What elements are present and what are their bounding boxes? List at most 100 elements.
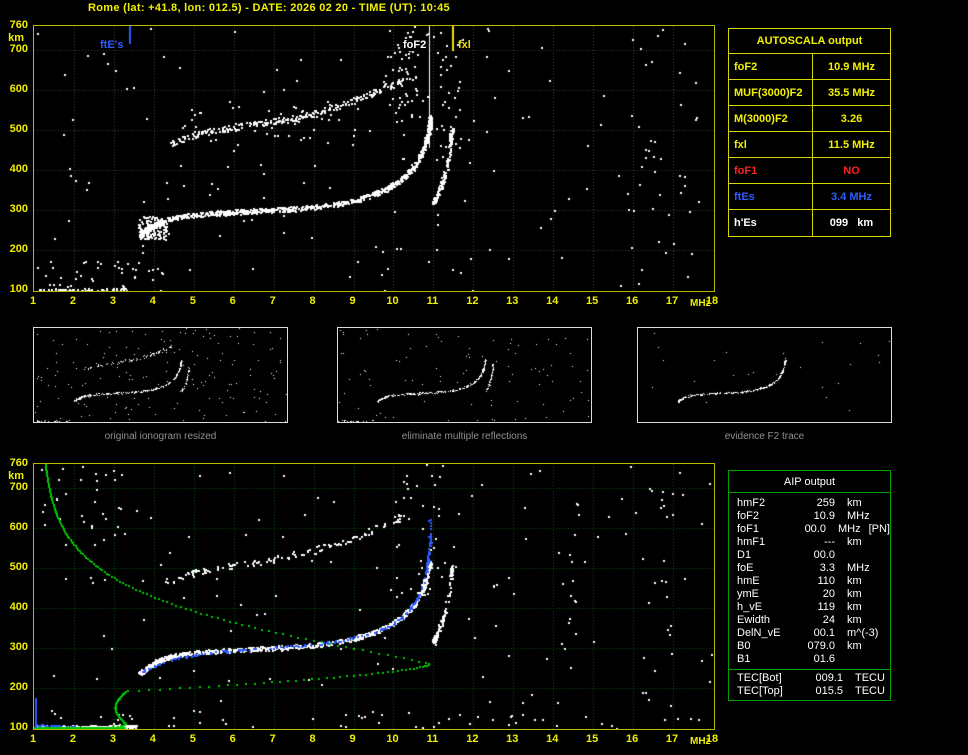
table-row: hmF2 259 km	[737, 497, 890, 510]
hve-unit: km	[847, 601, 862, 613]
y-tick-label: 600	[9, 521, 28, 533]
x-tick-label: 4	[149, 733, 156, 745]
fxl-value: 11.5 MHz	[828, 139, 875, 151]
tec-top-unit: TECU	[855, 685, 885, 697]
y-tick-label: 760	[9, 19, 28, 31]
tec-top-label: TEC[Top]	[737, 685, 783, 697]
y-tick-label: 400	[9, 601, 28, 613]
hes-label: h'Es	[729, 210, 813, 236]
y-tick-label: 100	[9, 721, 28, 733]
y-tick-label: 600	[9, 83, 28, 95]
autoscala-screen: Rome (lat: +41.8, lon: 012.5) - DATE: 20…	[0, 0, 968, 755]
y-axis-unit: km	[8, 32, 24, 44]
x-tick-label: 6	[229, 295, 236, 307]
y-tick-label: 500	[9, 561, 28, 573]
thumbnail-caption: eliminate multiple reflections	[401, 431, 528, 442]
m3000f2-value: 3.26	[840, 113, 863, 125]
hmf2-label: hmF2	[737, 497, 766, 509]
x-tick-label: 10	[386, 733, 399, 745]
b0-unit: km	[847, 640, 862, 652]
table-row: D1 00.0	[737, 549, 890, 562]
hme-unit: km	[847, 575, 862, 587]
table-row: B0 079.0 km	[737, 640, 890, 653]
delnve-unit: m^(-3)	[847, 627, 879, 639]
table-row: fxl 11.5 MHz	[729, 132, 890, 158]
m3000f2-label: M(3000)F2	[729, 106, 813, 131]
d1-label: D1	[737, 549, 752, 561]
x-tick-label: 2	[69, 295, 76, 307]
hes-value: 099 km	[829, 217, 874, 229]
y-tick-label: 300	[9, 203, 28, 215]
fof1-value: 00.0	[804, 523, 826, 535]
hmf2-unit: km	[847, 497, 862, 509]
fof1-unit: MHz	[837, 523, 861, 535]
ewidth-unit: km	[847, 614, 862, 626]
tec-top-value: 015.5	[815, 685, 843, 697]
y-tick-label: 700	[9, 43, 28, 55]
hme-label: hmE	[737, 575, 760, 587]
hmf2-value: 259	[816, 497, 835, 509]
b0-value: 079.0	[807, 640, 835, 652]
x-tick-label: 6	[229, 733, 236, 745]
foe-label: foE	[737, 562, 754, 574]
table-row: MUF(3000)F2 35.5 MHz	[729, 80, 890, 106]
foe-value: 3.3	[819, 562, 835, 574]
table-row: Ewidth 24 km	[737, 614, 890, 627]
x-tick-label: 1	[29, 295, 37, 307]
autoscala-table-title: AUTOSCALA output	[729, 29, 890, 54]
fof2-label: foF2	[737, 510, 760, 522]
table-row: DelN_vE 00.1 m^(-3)	[737, 627, 890, 640]
aip-table-body: hmF2 259 km foF2 10.9 MHz foF1 00.0 MHz …	[729, 493, 890, 700]
x-tick-label: 1	[29, 733, 37, 745]
ionogram-plot-top	[33, 25, 715, 292]
y-tick-label: 300	[9, 641, 28, 653]
foe-unit: MHz	[847, 562, 870, 574]
y-tick-label: 400	[9, 163, 28, 175]
table-row: B1 01.6	[737, 653, 890, 666]
table-row: foF2 10.9 MHz	[737, 510, 890, 523]
fof2-value: 10.9 MHz	[827, 61, 876, 73]
x-tick-label: 14	[546, 733, 559, 745]
fof2-value: 10.9	[813, 510, 835, 522]
d1-value: 00.0	[813, 549, 835, 561]
thumbnail-f2-trace	[637, 327, 892, 423]
y-tick-label: 200	[9, 681, 28, 693]
hme-value: 110	[817, 575, 835, 587]
ewidth-value: 24	[822, 614, 835, 626]
ionogram-plot-bottom	[33, 463, 715, 730]
hve-value: 119	[817, 601, 835, 613]
x-tick-label: 9	[349, 733, 356, 745]
y-tick-label: 200	[9, 243, 28, 255]
ewidth-label: Ewidth	[737, 614, 771, 626]
thumbnail-caption: evidence F2 trace	[724, 431, 805, 442]
ftes-value: 3.4 MHz	[831, 191, 872, 203]
thumbnail-caption: original ionogram resized	[104, 431, 217, 442]
x-tick-label: 3	[109, 295, 116, 307]
header-title: Rome (lat: +41.8, lon: 012.5) - DATE: 20…	[88, 2, 450, 14]
table-row: TEC[Top] 015.5 TECU	[737, 685, 890, 698]
x-tick-label: 8	[309, 733, 316, 745]
y-tick-label: 100	[9, 283, 28, 295]
x-axis-unit: MHz	[690, 298, 711, 309]
y-axis-unit: km	[8, 470, 24, 482]
fxl-label: fxl	[729, 132, 813, 157]
x-axis-unit: MHz	[690, 736, 711, 747]
x-tick-label: 12	[466, 733, 479, 745]
thumbnail-canvas-f2	[638, 328, 891, 422]
x-tick-label: 12	[466, 295, 479, 307]
table-row: hmF1 --- km	[737, 536, 890, 549]
ftes-marker-label: ftE's	[100, 39, 124, 51]
ftes-label: ftEs	[729, 184, 813, 209]
autoscala-output-table: AUTOSCALA output foF2 10.9 MHz MUF(3000)…	[728, 28, 891, 237]
x-tick-label: 5	[189, 295, 196, 307]
fof1-value: NO	[843, 165, 860, 177]
thumbnail-original-ionogram	[33, 327, 288, 423]
b1-label: B1	[737, 653, 751, 665]
muf3000f2-label: MUF(3000)F2	[729, 80, 813, 105]
yme-label: ymE	[737, 588, 759, 600]
table-row: foF1 00.0 MHz [PN]	[737, 523, 890, 536]
fof1-label: foF1	[729, 158, 813, 183]
tec-bot-label: TEC[Bot]	[737, 672, 782, 684]
x-tick-label: 15	[586, 733, 599, 745]
aip-table-title: AIP output	[729, 471, 890, 493]
